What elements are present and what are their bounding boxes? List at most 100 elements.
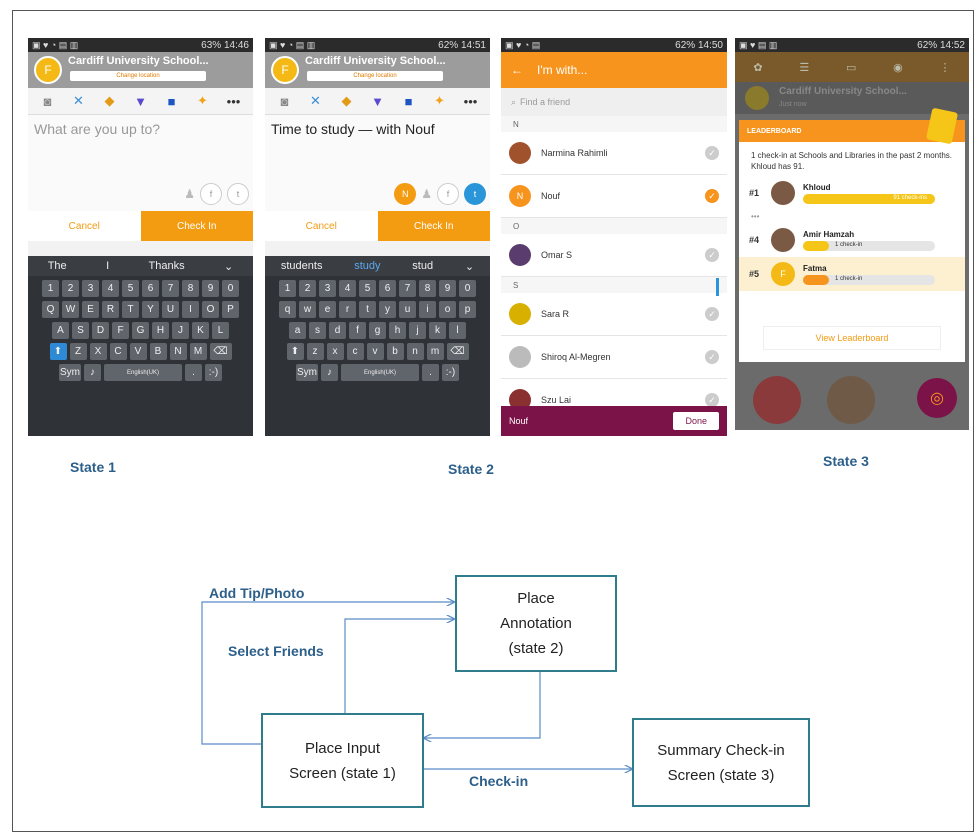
key[interactable]: 5 <box>122 280 139 297</box>
key[interactable]: E <box>82 301 99 318</box>
period-key[interactable]: . <box>422 364 439 381</box>
unchecked-icon[interactable]: ✓ <box>705 393 719 407</box>
done-button[interactable]: Done <box>673 412 719 430</box>
key[interactable]: 8 <box>182 280 199 297</box>
key[interactable]: b <box>386 343 404 360</box>
key[interactable]: 9 <box>439 280 456 297</box>
key[interactable]: G <box>132 322 149 339</box>
drink-icon[interactable]: ▼ <box>133 94 149 109</box>
key[interactable]: R <box>102 301 119 318</box>
key[interactable]: 6 <box>379 280 396 297</box>
add-friend-icon[interactable]: ♟ <box>421 187 432 201</box>
twitter-share-icon[interactable]: t <box>464 183 486 205</box>
key[interactable]: x <box>326 343 344 360</box>
key[interactable]: 1 <box>42 280 59 297</box>
backspace-key[interactable]: ⌫ <box>209 343 232 360</box>
cutlery-icon[interactable]: ✕ <box>308 93 324 109</box>
key[interactable]: L <box>212 322 229 339</box>
scrollbar[interactable] <box>716 278 719 296</box>
key[interactable]: S <box>72 322 89 339</box>
overflow-menu-icon[interactable]: ⋮ <box>940 61 951 74</box>
sym-key[interactable]: Sym <box>296 364 318 381</box>
key[interactable]: W <box>62 301 79 318</box>
change-location-button[interactable]: Change location <box>70 71 206 81</box>
key[interactable]: Z <box>69 343 87 360</box>
key[interactable]: z <box>306 343 324 360</box>
key[interactable]: i <box>419 301 436 318</box>
key[interactable]: I <box>182 301 199 318</box>
space-key[interactable]: English(UK) <box>341 364 419 381</box>
key[interactable]: P <box>222 301 239 318</box>
suggestion-1[interactable]: students <box>281 260 323 272</box>
key[interactable]: N <box>169 343 187 360</box>
twitter-share-icon[interactable]: t <box>227 183 249 205</box>
shift-key[interactable]: ⬆ <box>49 343 67 360</box>
more-icon[interactable]: ••• <box>226 94 242 109</box>
friend-row[interactable]: N Nouf ✓ <box>501 175 727 218</box>
friend-badge[interactable]: N <box>394 183 417 205</box>
key[interactable]: 4 <box>339 280 356 297</box>
shout-input[interactable]: Time to study — with Nouf N ♟ f t <box>265 115 490 211</box>
key[interactable]: H <box>152 322 169 339</box>
key[interactable]: f <box>349 322 366 339</box>
key[interactable]: y <box>379 301 396 318</box>
find-friend-input[interactable]: ⌕ Find a friend <box>501 88 727 116</box>
suggestion-3[interactable]: Thanks <box>149 260 185 272</box>
key[interactable]: U <box>162 301 179 318</box>
key[interactable]: j <box>409 322 426 339</box>
key[interactable]: A <box>52 322 69 339</box>
drink-icon[interactable]: ▼ <box>370 94 386 109</box>
coffee-icon[interactable]: ■ <box>401 94 417 109</box>
key[interactable]: 5 <box>359 280 376 297</box>
chevron-down-icon[interactable]: ⌄ <box>465 260 474 273</box>
backspace-key[interactable]: ⌫ <box>446 343 469 360</box>
friend-row[interactable]: Shiroq Al-Megren ✓ <box>501 336 727 379</box>
key[interactable]: 7 <box>399 280 416 297</box>
space-key[interactable]: English(UK) <box>104 364 182 381</box>
key[interactable]: t <box>359 301 376 318</box>
cancel-button[interactable]: Cancel <box>265 211 378 241</box>
list-tab-icon[interactable]: ☰ <box>799 61 809 74</box>
friend-row[interactable]: Sara R ✓ <box>501 293 727 336</box>
key[interactable]: o <box>439 301 456 318</box>
key[interactable]: p <box>459 301 476 318</box>
key[interactable]: l <box>449 322 466 339</box>
chevron-down-icon[interactable]: ⌄ <box>224 260 233 273</box>
mic-key[interactable]: ♪ <box>84 364 101 381</box>
food-icon[interactable]: ◆ <box>102 93 118 109</box>
shop-icon[interactable]: ✦ <box>432 93 448 109</box>
check-in-button[interactable]: Check In <box>140 211 253 241</box>
key[interactable]: J <box>172 322 189 339</box>
unchecked-icon[interactable]: ✓ <box>705 248 719 262</box>
cutlery-icon[interactable]: ✕ <box>71 93 87 109</box>
key[interactable]: X <box>89 343 107 360</box>
key[interactable]: 2 <box>62 280 79 297</box>
key[interactable]: M <box>189 343 207 360</box>
calendar-tab-icon[interactable]: ▭ <box>846 61 856 74</box>
key[interactable]: e <box>319 301 336 318</box>
key[interactable]: h <box>389 322 406 339</box>
cancel-button[interactable]: Cancel <box>28 211 141 241</box>
check-in-button[interactable]: Check In <box>377 211 490 241</box>
checked-icon[interactable]: ✓ <box>705 189 719 203</box>
suggestion-1[interactable]: The <box>48 260 67 272</box>
shout-input[interactable]: What are you up to? ♟ f t <box>28 115 253 211</box>
key[interactable]: w <box>299 301 316 318</box>
map-pin-icon[interactable]: ◎ <box>917 378 957 418</box>
facebook-share-icon[interactable]: f <box>437 183 459 205</box>
key[interactable]: 7 <box>162 280 179 297</box>
key[interactable]: O <box>202 301 219 318</box>
key[interactable]: 2 <box>299 280 316 297</box>
key[interactable]: r <box>339 301 356 318</box>
key[interactable]: C <box>109 343 127 360</box>
suggestion-3[interactable]: stud <box>412 260 433 272</box>
key[interactable]: 3 <box>82 280 99 297</box>
smiley-key[interactable]: :-) <box>205 364 222 381</box>
key[interactable]: Y <box>142 301 159 318</box>
mic-key[interactable]: ♪ <box>321 364 338 381</box>
friend-row[interactable]: Omar S ✓ <box>501 234 727 277</box>
key[interactable]: d <box>329 322 346 339</box>
coffee-icon[interactable]: ■ <box>164 94 180 109</box>
key[interactable]: 1 <box>279 280 296 297</box>
key[interactable]: T <box>122 301 139 318</box>
